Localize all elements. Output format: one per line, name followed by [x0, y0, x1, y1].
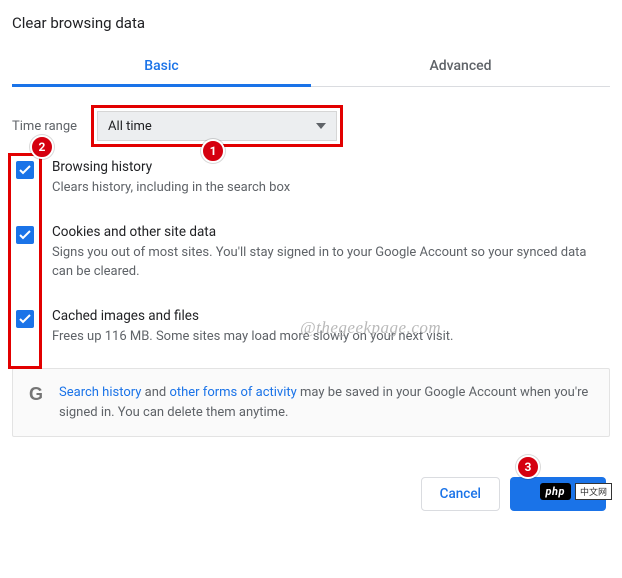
- clear-browsing-data-dialog: Clear browsing data Basic Advanced Time …: [0, 0, 622, 511]
- time-range-row: Time range All time 1: [12, 111, 610, 141]
- dialog-title: Clear browsing data: [12, 14, 610, 32]
- time-range-value: All time: [108, 119, 152, 134]
- annotation-badge-1: 1: [201, 139, 225, 163]
- time-range-select[interactable]: All time: [97, 111, 337, 141]
- time-range-select-wrap: All time 1: [97, 111, 337, 141]
- cancel-button-label: Cancel: [440, 486, 481, 502]
- tab-basic-label: Basic: [144, 58, 178, 74]
- info-card: G Search history and other forms of acti…: [12, 368, 610, 437]
- options-list: 2 Browsing history Clears history, inclu…: [12, 159, 610, 346]
- checkbox-cache[interactable]: [16, 310, 34, 328]
- checkbox-cookies[interactable]: [16, 226, 34, 244]
- annotation-badge-2: 2: [30, 135, 54, 159]
- link-other-activity[interactable]: other forms of activity: [169, 385, 296, 400]
- google-logo-icon: G: [29, 385, 43, 403]
- option-title: Cached images and files: [52, 308, 453, 324]
- option-desc: Clears history, including in the search …: [52, 179, 290, 198]
- option-title: Browsing history: [52, 159, 290, 175]
- dialog-footer: Cancel C 3 php 中文网: [12, 477, 610, 511]
- option-text: Cookies and other site data Signs you ou…: [52, 224, 610, 282]
- option-desc: Frees up 116 MB. Some sites may load mor…: [52, 328, 453, 347]
- tabs: Basic Advanced: [12, 48, 610, 87]
- option-text: Browsing history Clears history, includi…: [52, 159, 290, 198]
- info-text: Search history and other forms of activi…: [59, 383, 593, 422]
- tab-advanced[interactable]: Advanced: [311, 48, 610, 86]
- clear-data-button[interactable]: C 3 php 中文网: [510, 477, 606, 511]
- php-pill: php: [540, 483, 571, 500]
- info-mid: and: [141, 385, 169, 400]
- time-range-label: Time range: [12, 119, 77, 134]
- php-watermark-overlay: php 中文网: [540, 483, 613, 500]
- checkbox-browsing-history[interactable]: [16, 161, 34, 179]
- tab-advanced-label: Advanced: [429, 58, 491, 74]
- php-cn: 中文网: [575, 483, 612, 500]
- option-title: Cookies and other site data: [52, 224, 610, 240]
- link-search-history[interactable]: Search history: [59, 385, 141, 400]
- option-cache: Cached images and files Frees up 116 MB.…: [16, 308, 610, 347]
- option-text: Cached images and files Frees up 116 MB.…: [52, 308, 453, 347]
- tab-basic[interactable]: Basic: [12, 48, 311, 86]
- chevron-down-icon: [316, 123, 326, 129]
- cancel-button[interactable]: Cancel: [421, 477, 500, 511]
- option-browsing-history: Browsing history Clears history, includi…: [16, 159, 610, 198]
- annotation-badge-3: 3: [516, 455, 540, 479]
- option-desc: Signs you out of most sites. You'll stay…: [52, 244, 610, 282]
- option-cookies: Cookies and other site data Signs you ou…: [16, 224, 610, 282]
